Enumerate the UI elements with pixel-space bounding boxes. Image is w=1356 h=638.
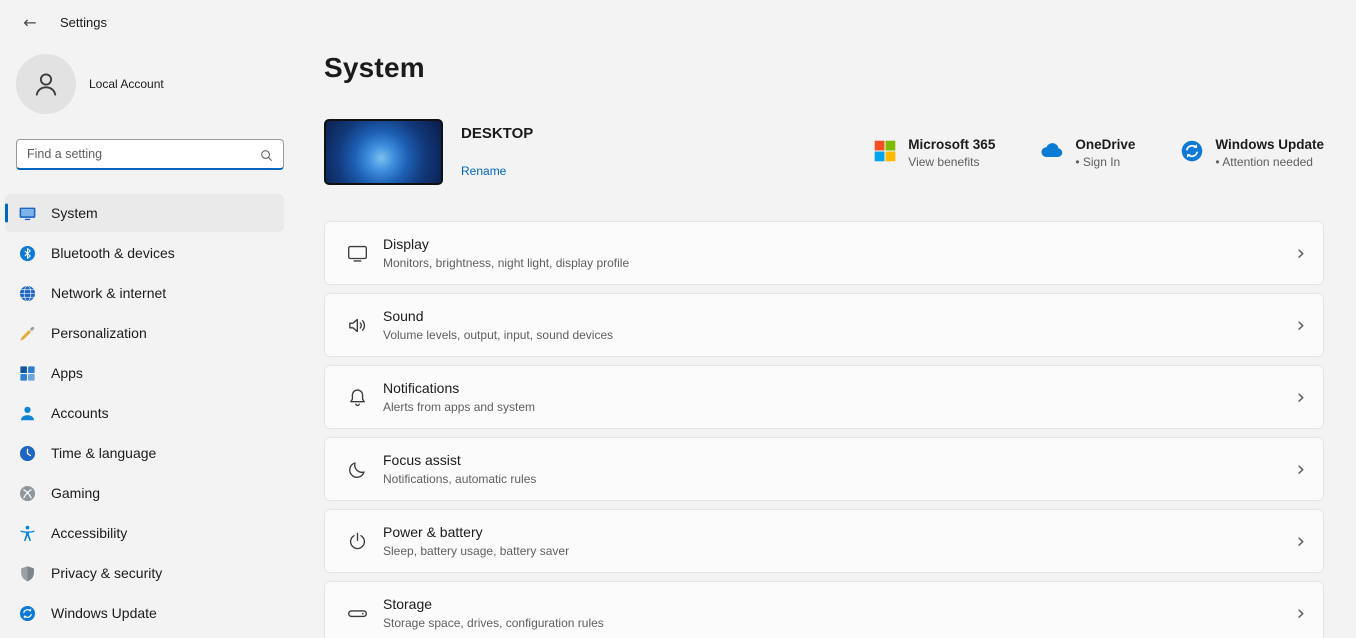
sidebar-item-label: Apps bbox=[51, 365, 83, 381]
chevron-right-icon: › bbox=[1297, 603, 1305, 624]
sidebar-item-privacy-security[interactable]: Privacy & security bbox=[5, 554, 284, 592]
chevron-right-icon: › bbox=[1297, 243, 1305, 264]
sidebar: ← Settings Local Account bbox=[0, 0, 300, 638]
system-icon bbox=[18, 204, 37, 223]
power-icon bbox=[345, 529, 369, 553]
avatar bbox=[16, 54, 76, 114]
search-input[interactable] bbox=[16, 139, 284, 170]
xbox-icon bbox=[18, 484, 37, 503]
speaker-icon bbox=[345, 313, 369, 337]
status-microsoft-365[interactable]: Microsoft 365 View benefits bbox=[872, 137, 995, 169]
selected-indicator bbox=[5, 204, 8, 223]
chevron-right-icon: › bbox=[1297, 531, 1305, 552]
status-subtitle: • Attention needed bbox=[1215, 155, 1324, 169]
account-name: Local Account bbox=[89, 77, 164, 91]
sidebar-item-label: Accounts bbox=[51, 405, 109, 421]
status-title: Windows Update bbox=[1215, 137, 1324, 152]
sidebar-item-bluetooth-devices[interactable]: Bluetooth & devices bbox=[5, 234, 284, 272]
main-content: System DESKTOP Rename Microsoft 365 View… bbox=[300, 0, 1356, 638]
apps-grid-icon bbox=[18, 364, 37, 383]
sidebar-item-label: Accessibility bbox=[51, 525, 127, 541]
update-icon bbox=[18, 604, 37, 623]
sidebar-item-system[interactable]: System bbox=[5, 194, 284, 232]
brush-icon bbox=[18, 324, 37, 343]
sidebar-item-label: Network & internet bbox=[51, 285, 166, 301]
app-title: Settings bbox=[60, 15, 107, 30]
moon-icon bbox=[345, 457, 369, 481]
status-onedrive[interactable]: OneDrive • Sign In bbox=[1039, 137, 1135, 169]
setting-subtitle: Notifications, automatic rules bbox=[383, 472, 536, 486]
update-icon bbox=[1179, 138, 1205, 164]
setting-title: Sound bbox=[383, 308, 613, 324]
setting-title: Storage bbox=[383, 596, 604, 612]
sidebar-item-label: Gaming bbox=[51, 485, 100, 501]
rename-link[interactable]: Rename bbox=[461, 164, 533, 178]
sidebar-item-time-language[interactable]: Time & language bbox=[5, 434, 284, 472]
sidebar-item-gaming[interactable]: Gaming bbox=[5, 474, 284, 512]
setting-title: Power & battery bbox=[383, 524, 569, 540]
setting-subtitle: Monitors, brightness, night light, displ… bbox=[383, 256, 629, 270]
setting-subtitle: Storage space, drives, configuration rul… bbox=[383, 616, 604, 630]
status-title: Microsoft 365 bbox=[908, 137, 995, 152]
device-name: DESKTOP bbox=[461, 125, 533, 142]
setting-row-sound[interactable]: Sound Volume levels, output, input, soun… bbox=[324, 293, 1324, 357]
page-title: System bbox=[324, 52, 1324, 84]
person-icon bbox=[31, 69, 61, 99]
status-title: OneDrive bbox=[1075, 137, 1135, 152]
sidebar-item-label: Privacy & security bbox=[51, 565, 162, 581]
settings-window: ← Settings Local Account bbox=[0, 0, 1356, 638]
sidebar-item-label: Bluetooth & devices bbox=[51, 245, 175, 261]
microsoft-logo-icon bbox=[872, 138, 898, 164]
sidebar-item-label: System bbox=[51, 205, 98, 221]
sidebar-item-label: Personalization bbox=[51, 325, 147, 341]
display-icon bbox=[345, 241, 369, 265]
search-box bbox=[16, 139, 284, 170]
setting-row-notifications[interactable]: Notifications Alerts from apps and syste… bbox=[324, 365, 1324, 429]
sidebar-item-label: Windows Update bbox=[51, 605, 157, 621]
status-subtitle: View benefits bbox=[908, 155, 995, 169]
device-info: DESKTOP Rename bbox=[461, 119, 533, 178]
setting-row-display[interactable]: Display Monitors, brightness, night ligh… bbox=[324, 221, 1324, 285]
status-subtitle: • Sign In bbox=[1075, 155, 1135, 169]
device-thumbnail bbox=[324, 119, 443, 185]
setting-row-storage[interactable]: Storage Storage space, drives, configura… bbox=[324, 581, 1324, 638]
sidebar-item-network-internet[interactable]: Network & internet bbox=[5, 274, 284, 312]
shield-icon bbox=[18, 564, 37, 583]
account-row[interactable]: Local Account bbox=[16, 54, 284, 114]
setting-subtitle: Alerts from apps and system bbox=[383, 400, 535, 414]
setting-title: Focus assist bbox=[383, 452, 536, 468]
setting-title: Notifications bbox=[383, 380, 535, 396]
settings-list: Display Monitors, brightness, night ligh… bbox=[324, 221, 1324, 638]
setting-row-power-battery[interactable]: Power & battery Sleep, battery usage, ba… bbox=[324, 509, 1324, 573]
setting-subtitle: Volume levels, output, input, sound devi… bbox=[383, 328, 613, 342]
sidebar-item-windows-update[interactable]: Windows Update bbox=[5, 594, 284, 632]
bell-icon bbox=[345, 385, 369, 409]
drive-icon bbox=[345, 601, 369, 625]
status-windows-update[interactable]: Windows Update • Attention needed bbox=[1179, 137, 1324, 169]
search-icon[interactable] bbox=[254, 143, 278, 167]
sidebar-item-personalization[interactable]: Personalization bbox=[5, 314, 284, 352]
person-icon bbox=[18, 404, 37, 423]
bluetooth-icon bbox=[18, 244, 37, 263]
device-header: DESKTOP Rename Microsoft 365 View benefi… bbox=[324, 119, 1324, 185]
sidebar-item-apps[interactable]: Apps bbox=[5, 354, 284, 392]
sidebar-item-accounts[interactable]: Accounts bbox=[5, 394, 284, 432]
chevron-right-icon: › bbox=[1297, 315, 1305, 336]
chevron-right-icon: › bbox=[1297, 459, 1305, 480]
globe-icon bbox=[18, 284, 37, 303]
status-group: Microsoft 365 View benefits OneDrive • S… bbox=[872, 119, 1324, 169]
back-button[interactable]: ← bbox=[16, 8, 44, 36]
setting-title: Display bbox=[383, 236, 629, 252]
titlebar: ← Settings bbox=[0, 0, 300, 44]
setting-row-focus-assist[interactable]: Focus assist Notifications, automatic ru… bbox=[324, 437, 1324, 501]
sidebar-nav: System Bluetooth & devices Network & int… bbox=[5, 194, 295, 634]
sidebar-item-label: Time & language bbox=[51, 445, 156, 461]
clock-icon bbox=[18, 444, 37, 463]
sidebar-item-accessibility[interactable]: Accessibility bbox=[5, 514, 284, 552]
accessibility-icon bbox=[18, 524, 37, 543]
onedrive-cloud-icon bbox=[1039, 138, 1065, 164]
setting-subtitle: Sleep, battery usage, battery saver bbox=[383, 544, 569, 558]
chevron-right-icon: › bbox=[1297, 387, 1305, 408]
